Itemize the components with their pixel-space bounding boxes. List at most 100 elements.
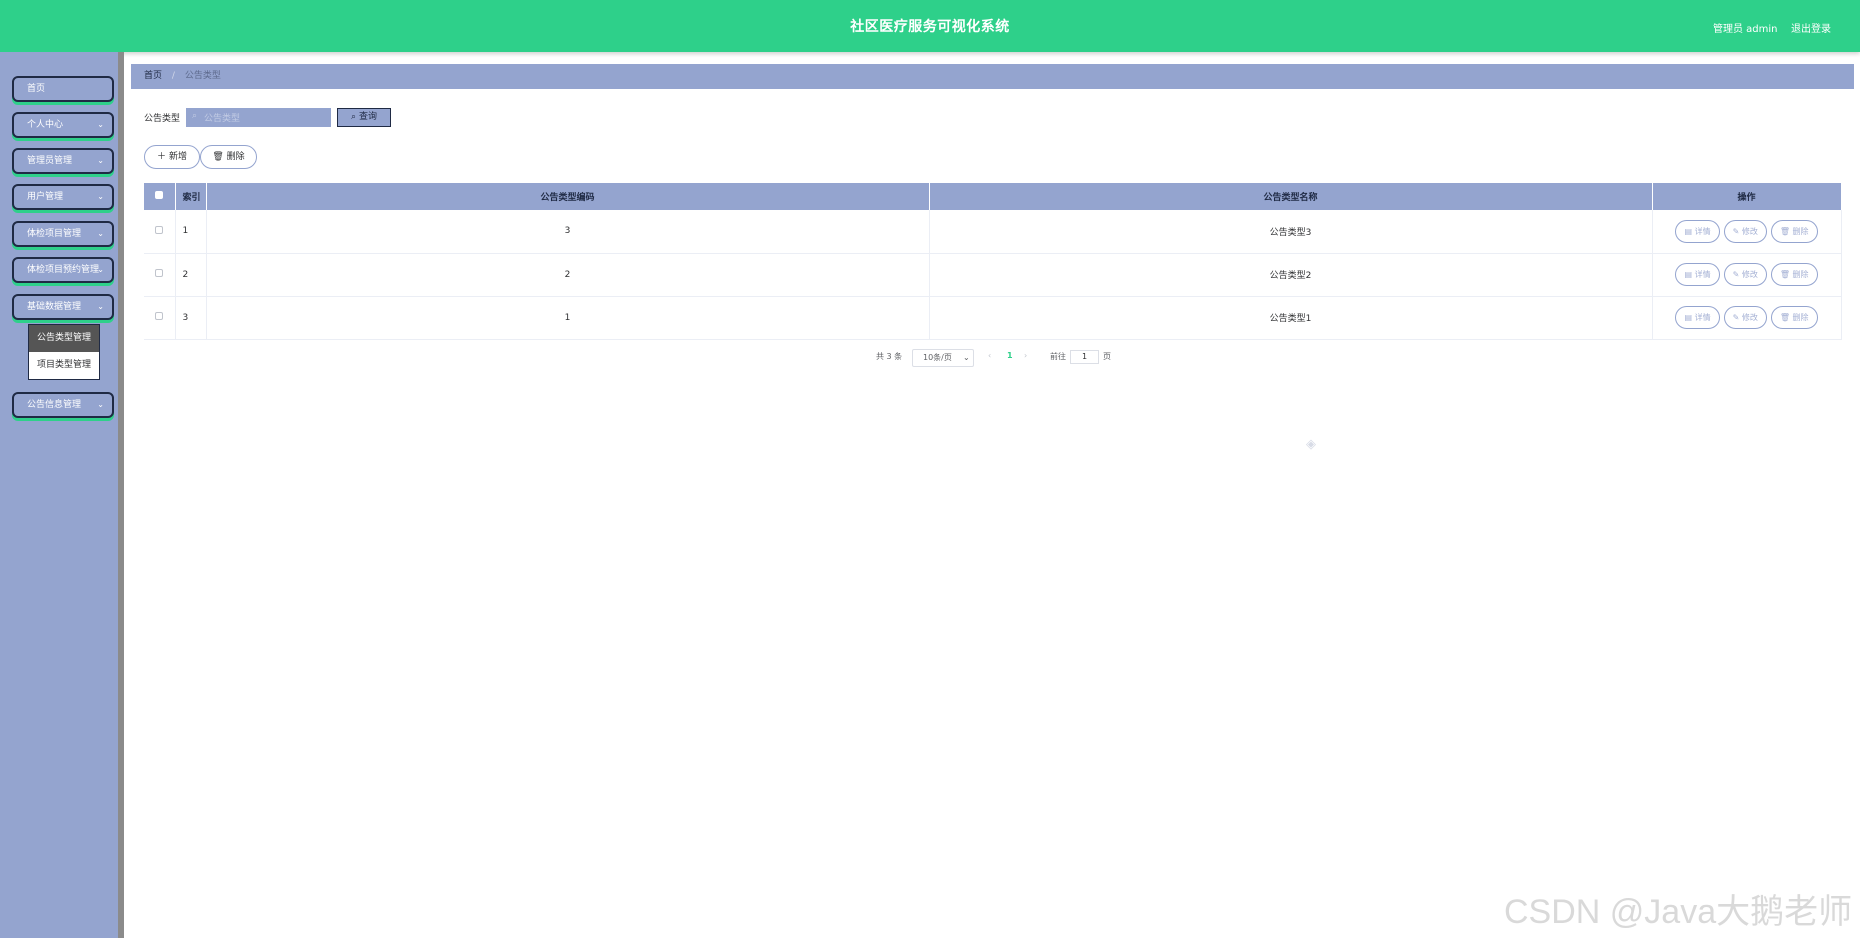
watermark: CSDN @Java大鹅老师 <box>1504 893 1853 931</box>
next-page-icon[interactable]: › <box>1024 351 1027 360</box>
goto-label: 前往 <box>1050 352 1066 361</box>
chevron-down-icon: ⌄ <box>97 156 104 165</box>
breadcrumb: 首页 / 公告类型 <box>131 64 1854 89</box>
select-all-checkbox[interactable] <box>155 191 164 199</box>
sidebar-item-basic-data-management[interactable]: 基础数据管理 ⌄ <box>12 294 114 320</box>
page-size-value: 10条/页 <box>923 353 952 362</box>
chevron-down-icon: ⌄ <box>97 229 104 238</box>
edit-button[interactable]: ✎ 修改 <box>1723 306 1767 329</box>
query-button-label: 查询 <box>358 112 377 122</box>
detail-button-label: 详情 <box>1694 226 1711 236</box>
row-select-cell <box>144 210 176 254</box>
submenu-item-notice-type[interactable]: 公告类型管理 <box>29 325 99 352</box>
sidebar-item-personal-center[interactable]: 个人中心 ⌄ <box>12 112 114 138</box>
edit-button-label: 修改 <box>1741 226 1758 236</box>
page-size-select[interactable]: 10条/页 ⌄ <box>912 349 974 367</box>
sidebar-item-label: 首页 <box>27 84 46 94</box>
index-cell: 1 <box>175 210 207 254</box>
pagination-total: 共 3 条 <box>876 352 903 361</box>
document-icon: ▤ <box>1684 313 1695 322</box>
select-all-cell <box>144 183 176 210</box>
delete-button[interactable]: 🗑 删除 <box>1770 306 1818 329</box>
chevron-down-icon: ⌄ <box>97 302 104 311</box>
column-header-actions: 操作 <box>1652 183 1842 210</box>
actions-cell: ▤ 详情 ✎ 修改 🗑 删除 <box>1652 296 1842 340</box>
delete-button-label: 删除 <box>1792 270 1809 279</box>
table-header-row: 索引 公告类型编码 公告类型名称 操作 <box>144 183 1842 210</box>
sidebar-item-label: 个人中心 <box>27 120 64 130</box>
sidebar-item-user-management[interactable]: 用户管理 ⌄ <box>12 184 114 210</box>
index-cell: 2 <box>175 253 207 297</box>
sidebar-item-label: 体检项目管理 <box>27 229 82 239</box>
page-number-current[interactable]: 1 <box>1007 351 1013 360</box>
edit-icon: ✎ <box>1732 313 1742 322</box>
edit-button-label: 修改 <box>1741 270 1758 279</box>
batch-delete-button[interactable]: 🗑 删除 <box>200 145 257 169</box>
search-label: 公告类型 <box>144 114 181 124</box>
goto-page-input[interactable]: 1 <box>1070 350 1099 364</box>
code-cell: 3 <box>206 210 930 254</box>
edit-icon: ✎ <box>1732 226 1742 236</box>
add-button-label: 新增 <box>168 152 187 162</box>
sidebar-item-label: 基础数据管理 <box>27 302 82 312</box>
sidebar-item-checkup-project-management[interactable]: 体检项目管理 ⌄ <box>12 221 114 247</box>
chevron-down-icon: ⌄ <box>97 192 104 201</box>
index-cell: 3 <box>175 296 207 340</box>
sidebar-item-admin-management[interactable]: 管理员管理 ⌄ <box>12 148 114 174</box>
sidebar-item-label: 用户管理 <box>27 192 64 202</box>
loading-spinner-icon: ◈ <box>1306 437 1316 452</box>
search-icon: ⌕ <box>351 112 357 122</box>
prev-page-icon[interactable]: ‹ <box>988 351 991 360</box>
breadcrumb-separator: / <box>171 71 175 81</box>
breadcrumb-current: 公告类型 <box>184 71 221 81</box>
name-cell: 公告类型1 <box>929 296 1653 340</box>
name-cell: 公告类型3 <box>929 210 1653 254</box>
sidebar-item-home[interactable]: 首页 <box>12 76 114 102</box>
sidebar-scrollbar[interactable] <box>118 52 124 938</box>
query-button[interactable]: ⌕ 查询 <box>337 108 391 127</box>
detail-button[interactable]: ▤ 详情 <box>1675 219 1720 243</box>
add-button[interactable]: ＋ 新增 <box>144 145 200 169</box>
chevron-down-icon: ⌄ <box>97 400 104 409</box>
detail-button[interactable]: ▤ 详情 <box>1675 263 1720 286</box>
sidebar-item-label: 公告信息管理 <box>27 400 82 410</box>
edit-button-label: 修改 <box>1741 313 1758 322</box>
row-checkbox[interactable] <box>155 269 164 277</box>
app-title: 社区医疗服务可视化系统 <box>850 19 1010 35</box>
logout-link[interactable]: 退出登录 <box>1791 20 1831 35</box>
chevron-down-icon: ⌄ <box>97 120 104 129</box>
chevron-down-icon: ⌄ <box>963 353 970 362</box>
delete-button[interactable]: 🗑 删除 <box>1770 263 1818 286</box>
detail-button-label: 详情 <box>1694 270 1711 279</box>
sidebar-item-checkup-booking-management[interactable]: 体检项目预约管理 ⌄ <box>12 257 114 283</box>
name-cell: 公告类型2 <box>929 253 1653 297</box>
actions-cell: ▤ 详情 ✎ 修改 🗑 删除 <box>1652 210 1842 254</box>
delete-button[interactable]: 🗑 删除 <box>1770 219 1818 243</box>
edit-button[interactable]: ✎ 修改 <box>1723 219 1767 243</box>
column-header-name: 公告类型名称 <box>929 183 1653 210</box>
table-row: 2 2 公告类型2 ▤ 详情 ✎ 修改 🗑 删除 <box>144 253 1842 297</box>
breadcrumb-home[interactable]: 首页 <box>144 71 162 81</box>
document-icon: ▤ <box>1684 226 1695 236</box>
row-checkbox[interactable] <box>155 312 164 320</box>
sidebar-item-notice-management[interactable]: 公告信息管理 ⌄ <box>12 392 114 418</box>
edit-button[interactable]: ✎ 修改 <box>1723 263 1767 286</box>
submenu-item-project-type[interactable]: 项目类型管理 <box>29 352 99 379</box>
search-icon: ⌕ <box>192 111 198 121</box>
basic-data-submenu: 公告类型管理 项目类型管理 <box>28 324 100 380</box>
search-input[interactable] <box>186 108 331 127</box>
sidebar-item-label: 体检项目预约管理 <box>27 265 100 275</box>
code-cell: 1 <box>206 296 930 340</box>
page-suffix: 页 <box>1103 352 1111 361</box>
detail-button[interactable]: ▤ 详情 <box>1675 306 1720 329</box>
actions-cell: ▤ 详情 ✎ 修改 🗑 删除 <box>1652 253 1842 297</box>
column-header-index: 索引 <box>175 183 207 210</box>
trash-icon: 🗑 <box>212 152 224 162</box>
delete-button-label: 删除 <box>1792 226 1809 236</box>
table-row: 3 1 公告类型1 ▤ 详情 ✎ 修改 🗑 删除 <box>144 296 1842 340</box>
chevron-down-icon: ⌄ <box>97 265 104 274</box>
plus-icon: ＋ <box>157 152 167 162</box>
current-user: 管理员 admin <box>1713 24 1778 35</box>
table-row: 1 3 公告类型3 ▤ 详情 ✎ 修改 🗑 删除 <box>144 210 1842 254</box>
row-checkbox[interactable] <box>155 225 164 234</box>
